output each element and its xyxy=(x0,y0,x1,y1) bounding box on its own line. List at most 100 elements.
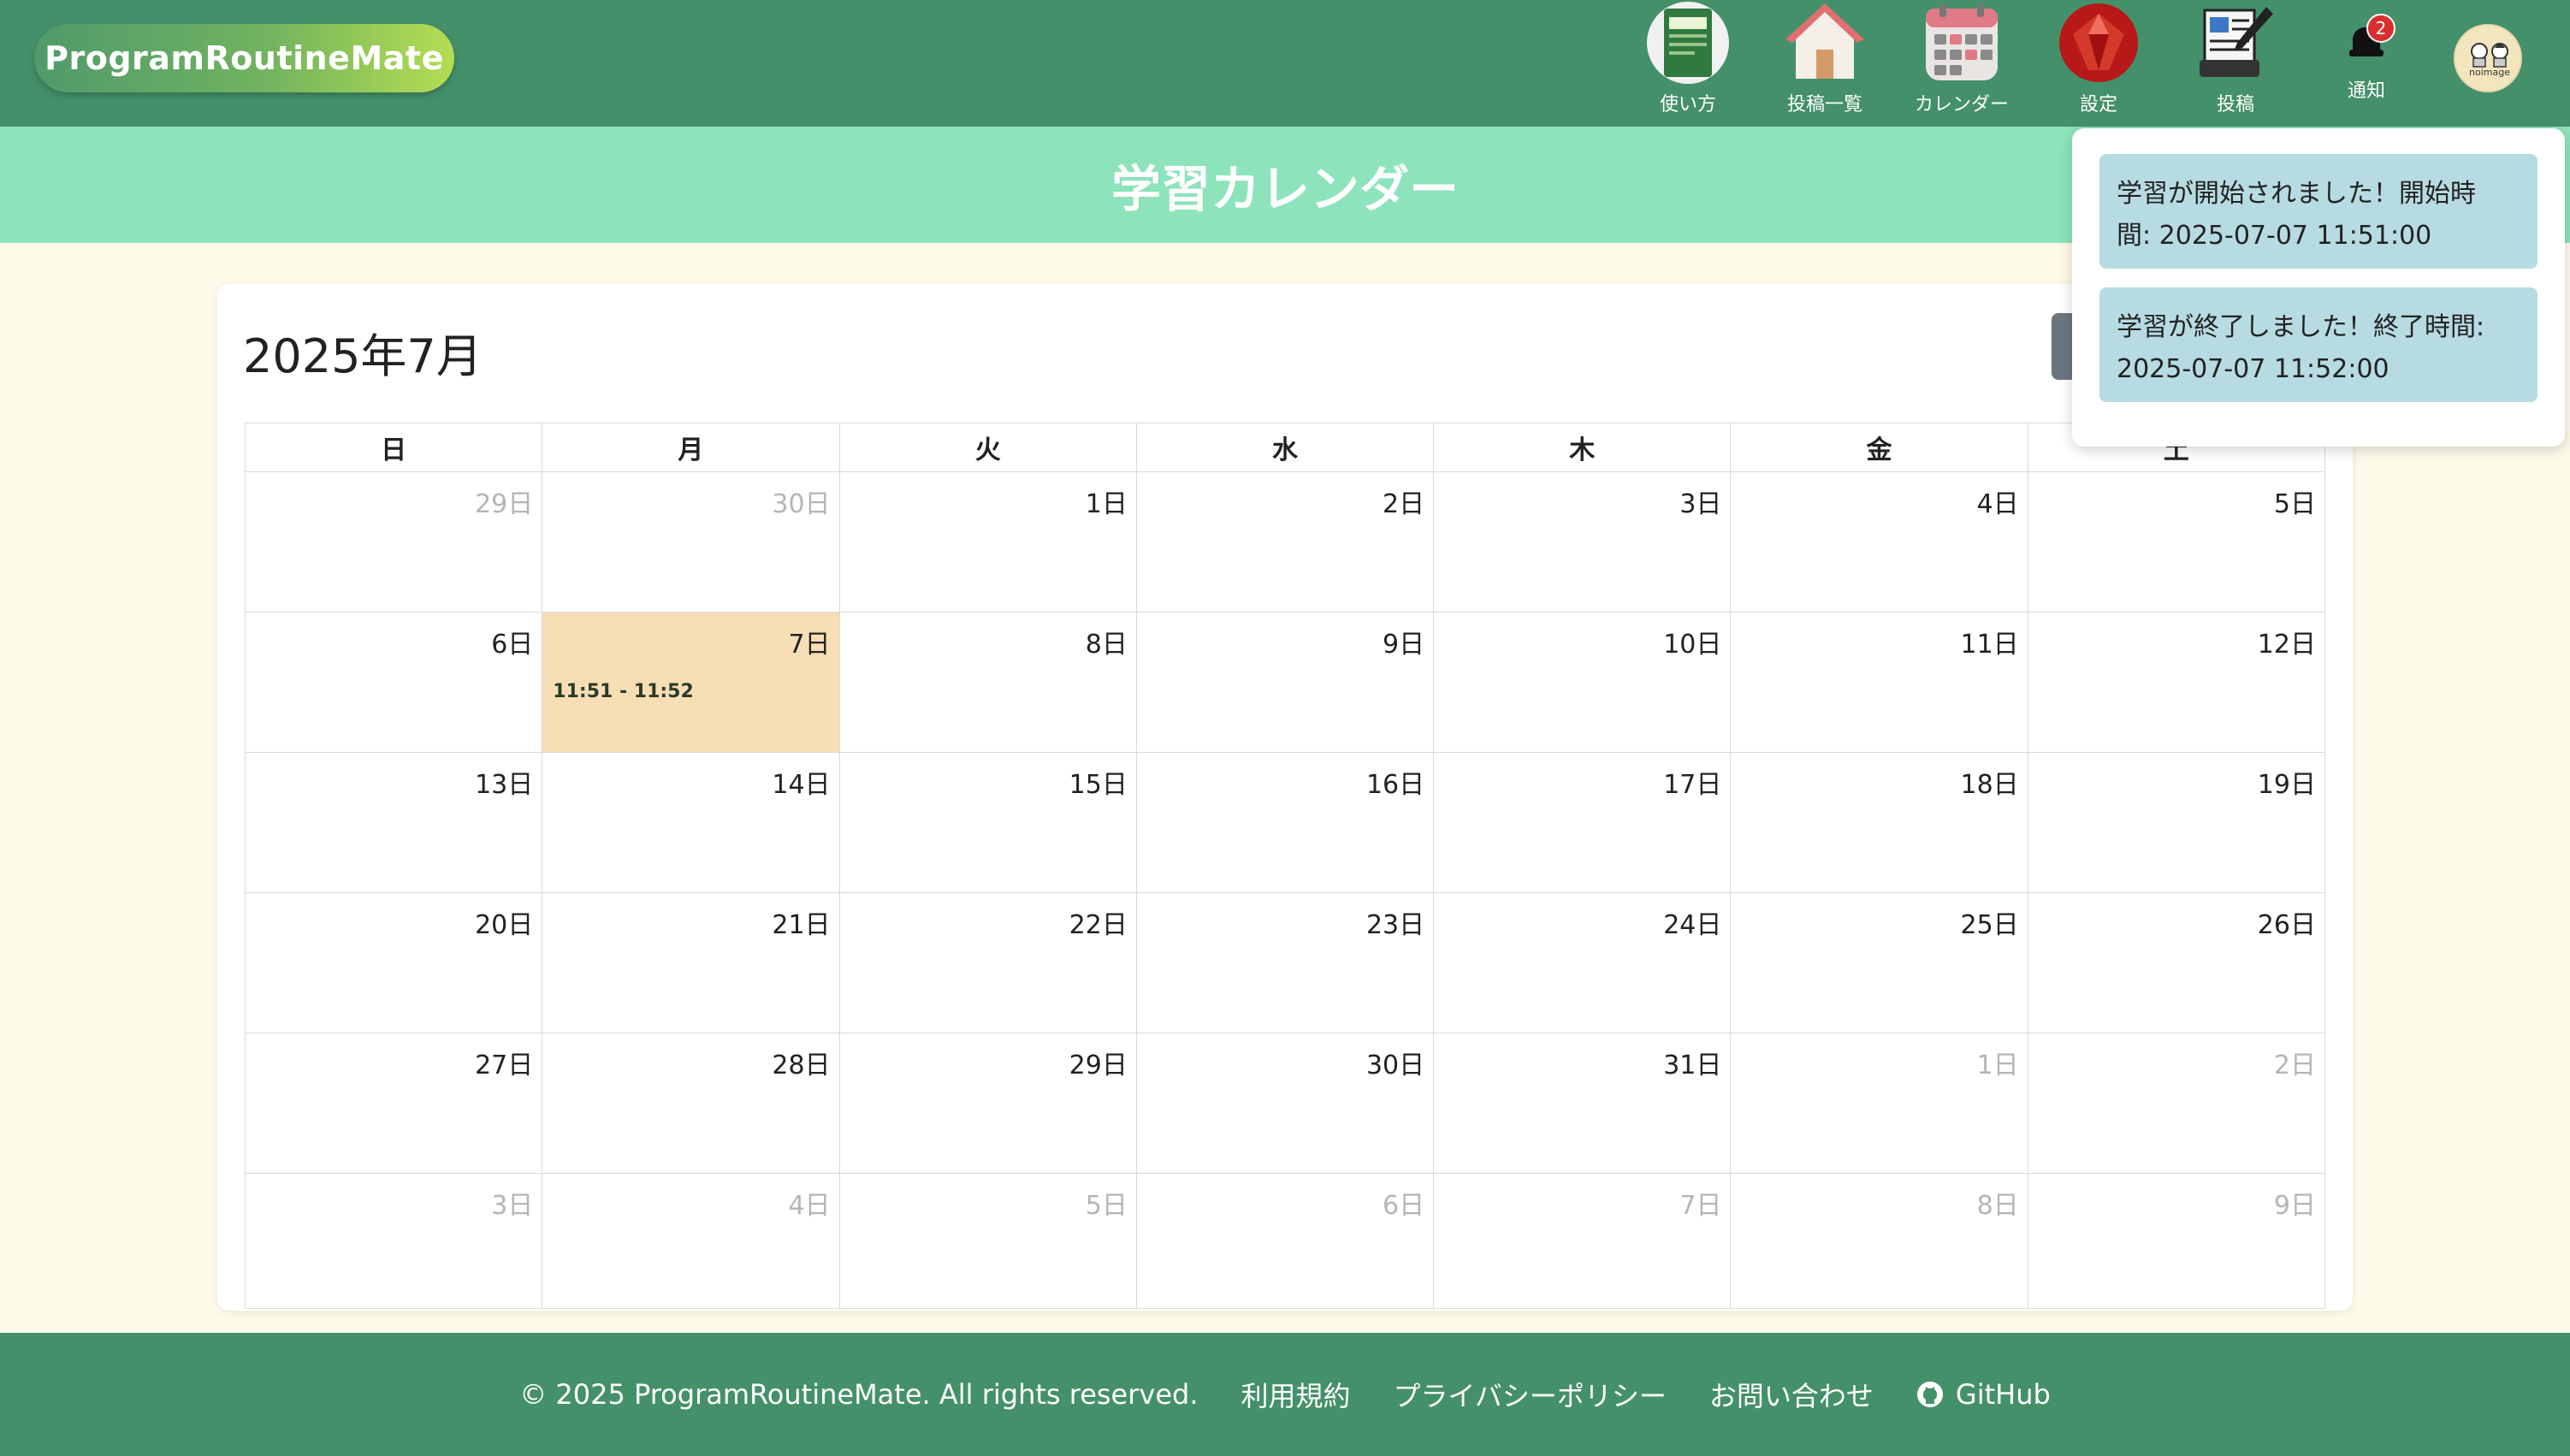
day-number: 17日 xyxy=(1663,770,1722,800)
weekday-tue: 火 xyxy=(839,423,1137,472)
calendar-card: 2025年7月 日 月 火 水 木 金 土 29日 30日 1日 2日 3日 4日 5日 6日… xyxy=(217,284,2353,1311)
day-number: 31日 xyxy=(1663,1051,1722,1080)
day-number: 18日 xyxy=(1960,770,2019,800)
day-number: 7日 xyxy=(788,630,831,660)
calendar-day[interactable]: 17日 xyxy=(1434,753,1732,893)
nav-item-notifications[interactable]: 2 通知 xyxy=(2324,0,2409,127)
calendar-day[interactable]: 6日 xyxy=(1136,1174,1435,1309)
day-number: 23日 xyxy=(1365,910,1425,940)
day-number: 5日 xyxy=(1085,1191,1128,1221)
book-icon xyxy=(1645,0,1731,86)
calendar-day[interactable]: 26日 xyxy=(2028,893,2325,1033)
day-number: 8日 xyxy=(1085,630,1128,660)
footer-link-terms[interactable]: 利用規約 xyxy=(1241,1375,1351,1414)
calendar-day[interactable]: 3日 xyxy=(245,1174,543,1309)
day-number: 7日 xyxy=(1679,1191,1722,1221)
day-number: 10日 xyxy=(1663,630,1722,660)
calendar-day[interactable]: 21日 xyxy=(542,893,840,1033)
day-number: 5日 xyxy=(2273,489,2316,519)
footer-link-github[interactable]: GitHub xyxy=(1916,1378,2051,1411)
weekday-wed: 水 xyxy=(1136,423,1435,472)
day-number: 28日 xyxy=(772,1051,831,1080)
calendar-day[interactable]: 8日 xyxy=(1731,1174,2028,1309)
calendar-week-row: 20日 21日 22日 23日 24日 25日 26日 xyxy=(245,893,2325,1033)
github-icon xyxy=(1916,1382,1943,1407)
day-number: 2日 xyxy=(1383,489,1425,519)
calendar-day[interactable]: 6日 xyxy=(245,613,543,753)
day-number: 4日 xyxy=(788,1191,831,1221)
nav-item-settings[interactable]: 設定 xyxy=(2034,0,2163,127)
nav-item-post-list[interactable]: 投稿一覧 xyxy=(1761,0,1889,127)
weekday-fri: 金 xyxy=(1731,423,2028,472)
calendar-day[interactable]: 1日 xyxy=(839,472,1137,613)
nav-item-post[interactable]: 投稿 xyxy=(2171,0,2300,127)
day-number: 13日 xyxy=(475,770,534,800)
day-number: 25日 xyxy=(1960,910,2019,940)
study-session-event[interactable]: 11:51 - 11:52 xyxy=(553,681,694,702)
calendar-day[interactable]: 12日 xyxy=(2028,613,2325,753)
day-number: 24日 xyxy=(1663,910,1722,940)
brand-logo-link[interactable]: ProgramRoutineMate xyxy=(34,24,454,92)
day-number: 3日 xyxy=(1679,489,1722,519)
calendar-day[interactable]: 9日 xyxy=(2028,1174,2325,1309)
day-number: 3日 xyxy=(491,1191,534,1221)
notification-badge: 2 xyxy=(2366,14,2395,43)
footer-link-privacy[interactable]: プライバシーポリシー xyxy=(1394,1375,1667,1414)
calendar-day[interactable]: 24日 xyxy=(1434,893,1732,1033)
notification-item[interactable]: 学習が開始されました！開始時 間: 2025-07-07 11:51:00 xyxy=(2099,154,2537,269)
calendar-day[interactable]: 4日 xyxy=(1731,472,2028,613)
calendar-day[interactable]: 29日 xyxy=(839,1033,1137,1174)
notification-text-line2: 間: 2025-07-07 11:51:00 xyxy=(2117,221,2432,251)
calendar-day[interactable]: 19日 xyxy=(2028,753,2325,893)
calendar-day[interactable]: 15日 xyxy=(839,753,1137,893)
day-number: 8日 xyxy=(1976,1191,2019,1221)
calendar-day[interactable]: 31日 xyxy=(1434,1033,1732,1174)
calendar-grid: 日 月 火 水 木 金 土 29日 30日 1日 2日 3日 4日 5日 6日 7日 11:51 … xyxy=(245,423,2325,1309)
calendar-day[interactable]: 25日 xyxy=(1731,893,2028,1033)
calendar-day[interactable]: 14日 xyxy=(542,753,840,893)
day-number: 20日 xyxy=(475,910,534,940)
calendar-day[interactable]: 4日 xyxy=(542,1174,840,1309)
calendar-day[interactable]: 11日 xyxy=(1731,613,2028,753)
calendar-day[interactable]: 5日 xyxy=(839,1174,1137,1309)
calendar-day[interactable]: 13日 xyxy=(245,753,543,893)
calendar-day[interactable]: 30日 xyxy=(1136,1033,1435,1174)
calendar-day[interactable]: 8日 xyxy=(839,613,1137,753)
calendar-day[interactable]: 9日 xyxy=(1136,613,1435,753)
calendar-day[interactable]: 20日 xyxy=(245,893,543,1033)
calendar-day[interactable]: 10日 xyxy=(1434,613,1732,753)
nav-item-how-to-use[interactable]: 使い方 xyxy=(1624,0,1752,127)
footer: © 2025 ProgramRoutineMate. All rights re… xyxy=(0,1333,2570,1456)
calendar-day[interactable]: 1日 xyxy=(1731,1033,2028,1174)
ruby-gem-icon xyxy=(2056,0,2141,86)
calendar-day[interactable]: 22日 xyxy=(839,893,1137,1033)
calendar-day[interactable]: 7日 xyxy=(1434,1174,1732,1309)
calendar-day[interactable]: 2日 xyxy=(1136,472,1435,613)
notification-text-line1: 学習が終了しました！終了時間: xyxy=(2117,312,2485,342)
day-number: 4日 xyxy=(1976,489,2019,519)
calendar-day[interactable]: 30日 xyxy=(542,472,840,613)
calendar-day[interactable]: 16日 xyxy=(1136,753,1435,893)
calendar-day[interactable]: 27日 xyxy=(245,1033,543,1174)
day-number: 12日 xyxy=(2257,630,2316,660)
calendar-day[interactable]: 23日 xyxy=(1136,893,1435,1033)
calendar-day[interactable]: 18日 xyxy=(1731,753,2028,893)
day-number: 2日 xyxy=(2273,1051,2316,1080)
calendar-day-today[interactable]: 7日 11:51 - 11:52 xyxy=(542,613,840,753)
calendar-day[interactable]: 3日 xyxy=(1434,472,1732,613)
calendar-day[interactable]: 29日 xyxy=(245,472,543,613)
calendar-day[interactable]: 28日 xyxy=(542,1033,840,1174)
calendar-week-row: 13日 14日 15日 16日 17日 18日 19日 xyxy=(245,753,2325,893)
weekday-sun: 日 xyxy=(245,423,543,472)
nav-item-calendar[interactable]: カレンダー xyxy=(1898,0,2026,127)
day-number: 29日 xyxy=(475,489,534,519)
top-navbar: ProgramRoutineMate 使い方 投稿一覧 カレンダー 設定 投稿 … xyxy=(0,0,2570,127)
footer-link-contact[interactable]: お問い合わせ xyxy=(1709,1375,1874,1414)
notification-text-line2: 2025-07-07 11:52:00 xyxy=(2117,354,2389,384)
calendar-day[interactable]: 5日 xyxy=(2028,472,2325,613)
day-number: 16日 xyxy=(1365,770,1425,800)
notification-item[interactable]: 学習が終了しました！終了時間: 2025-07-07 11:52:00 xyxy=(2099,287,2537,402)
calendar-day[interactable]: 2日 xyxy=(2028,1033,2325,1174)
avatar[interactable]: noimage xyxy=(2454,24,2522,92)
day-number: 1日 xyxy=(1085,489,1128,519)
